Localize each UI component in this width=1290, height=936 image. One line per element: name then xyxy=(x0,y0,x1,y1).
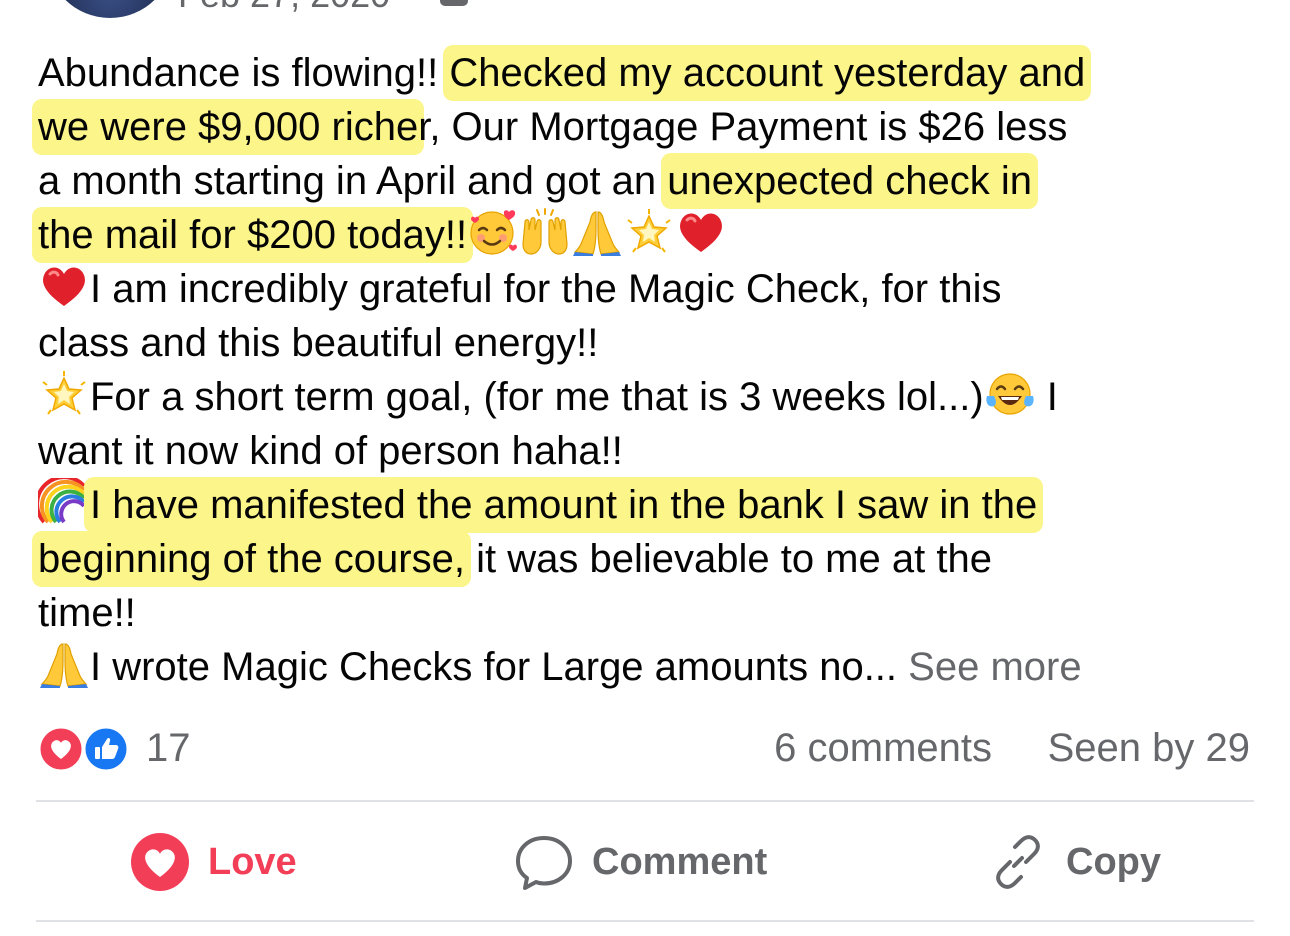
highlighted-text: beginning of the course, xyxy=(32,537,471,581)
post-text-line: Abundance is flowing!! Checked my accoun… xyxy=(38,46,1268,100)
highlighted-text: the mail for $200 today!! xyxy=(32,213,474,257)
smiling-face-with-hearts-icon xyxy=(467,208,519,256)
reaction-icons xyxy=(37,726,130,772)
post-text-line: we were $9,000 richer, Our Mortgage Paym… xyxy=(32,100,1268,154)
group-icon xyxy=(440,0,468,6)
like-reaction-icon xyxy=(82,726,130,772)
seen-by[interactable]: Seen by 29 xyxy=(1048,722,1250,774)
red-heart-icon xyxy=(38,262,90,310)
post-text-line: want it now kind of person haha!! xyxy=(38,424,1268,478)
post-text-line: beginning of the course, it was believab… xyxy=(32,532,1268,586)
post-text: Abundance is flowing!! xyxy=(38,51,450,95)
see-more-link[interactable]: See more xyxy=(908,645,1081,689)
copy-button[interactable]: Copy xyxy=(988,804,1161,920)
divider xyxy=(36,800,1254,802)
post-text-line: a month starting in April and got an une… xyxy=(38,154,1268,208)
reaction-count[interactable]: 17 xyxy=(146,722,191,774)
post-text-line: time!! xyxy=(38,586,1268,640)
post-text-line: I wrote Magic Checks for Large amounts n… xyxy=(38,640,1268,694)
highlighted-text: I have manifested the amount in the bank… xyxy=(84,483,1044,527)
post-text-line: For a short term goal, (for me that is 3… xyxy=(38,370,1268,424)
red-heart-icon xyxy=(675,208,727,256)
comments-count[interactable]: 6 comments xyxy=(774,722,992,774)
raising-hands-icon xyxy=(519,208,571,256)
post-text-line: class and this beautiful energy!! xyxy=(38,316,1268,370)
post-date[interactable]: Feb 27, 2020 xyxy=(178,0,390,16)
highlighted-text: unexpected check in xyxy=(661,159,1038,203)
love-button[interactable]: Love xyxy=(130,804,297,920)
folded-hands-icon xyxy=(38,640,90,688)
post-text: I xyxy=(1035,375,1058,419)
tears-of-joy-icon xyxy=(984,370,1036,418)
post-text: time!! xyxy=(38,591,136,635)
post-text: want it now kind of person haha!! xyxy=(38,429,623,473)
post-header: Feb 27, 2020 xyxy=(0,0,1290,30)
post-text-line: I am incredibly grateful for the Magic C… xyxy=(38,262,1268,316)
comment-button[interactable]: Comment xyxy=(514,804,767,920)
reactions-summary[interactable]: 17 6 comments Seen by 29 xyxy=(36,722,1254,774)
post-text: I wrote Magic Checks for Large amounts n… xyxy=(90,645,909,689)
love-label: Love xyxy=(208,840,297,883)
divider xyxy=(36,920,1254,922)
link-icon xyxy=(996,835,1040,889)
rainbow-icon xyxy=(38,478,90,526)
copy-label: Copy xyxy=(1066,840,1161,883)
post-text: class and this beautiful energy!! xyxy=(38,321,599,365)
speech-bubble-icon xyxy=(516,836,572,890)
love-reaction-icon xyxy=(37,726,85,772)
post-text-line: I have manifested the amount in the bank… xyxy=(38,478,1268,532)
glowing-star-icon xyxy=(38,370,90,418)
post-text: For a short term goal, (for me that is 3… xyxy=(90,375,984,419)
folded-hands-icon xyxy=(571,208,623,256)
post-text-line: the mail for $200 today!! xyxy=(32,208,1268,262)
post-body: Abundance is flowing!! Checked my accoun… xyxy=(32,46,1268,694)
avatar[interactable] xyxy=(46,0,174,18)
highlighted-text: we were $9,000 riche xyxy=(32,105,425,149)
post-text: I am incredibly grateful for the Magic C… xyxy=(90,267,1002,311)
highlighted-text: Checked my account yesterday and xyxy=(443,51,1092,95)
post-text: r, Our Mortgage Payment is $26 less xyxy=(418,105,1068,149)
comment-label: Comment xyxy=(592,840,768,883)
post-text: it was believable to me at the xyxy=(464,537,992,581)
love-icon xyxy=(131,833,189,891)
glowing-star-icon xyxy=(623,208,675,256)
post-text: a month starting in April and got an xyxy=(38,159,668,203)
action-bar: Love Comment Copy xyxy=(36,804,1254,920)
